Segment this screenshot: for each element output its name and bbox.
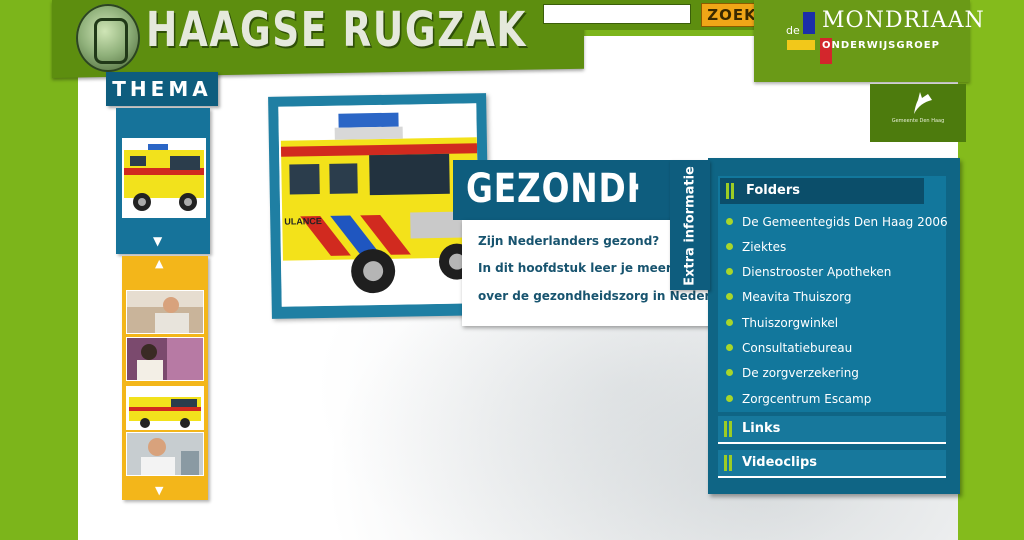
- article-title: GEZONDHEID: [466, 166, 638, 212]
- article-line: In dit hoofdstuk leer je meer: [478, 261, 672, 275]
- links-label: Links: [742, 421, 781, 436]
- folder-link[interactable]: Meavita Thuiszorg: [726, 290, 852, 304]
- links-section-header[interactable]: Links: [718, 416, 946, 444]
- folder-link[interactable]: De Gemeentegids Den Haag 2006: [726, 215, 948, 229]
- videoclips-section-header[interactable]: Videoclips: [718, 450, 946, 478]
- bullet-icon: [726, 268, 733, 275]
- mondriaan-name: MONDRIAAN: [822, 8, 985, 33]
- ambulance-thumbnail[interactable]: [122, 138, 206, 218]
- article-line: Zijn Nederlanders gezond?: [478, 234, 660, 248]
- folder-link[interactable]: Zorgcentrum Escamp: [726, 392, 871, 406]
- videoclips-label: Videoclips: [742, 455, 818, 470]
- vehicle-lettering: ULANCE: [284, 216, 322, 227]
- bullet-icon: [726, 344, 733, 351]
- folder-link[interactable]: De zorgverzekering: [726, 366, 859, 380]
- mondriaan-prefix: de: [786, 24, 800, 37]
- bullet-icon: [726, 293, 733, 300]
- section-bars-icon: [726, 183, 734, 199]
- scroll-up-arrow-icon[interactable]: ▲: [155, 257, 163, 270]
- bullet-icon: [726, 243, 733, 250]
- folder-link[interactable]: Consultatiebureau: [726, 341, 852, 355]
- thema-tab[interactable]: THEMA: [106, 72, 218, 106]
- extra-info-tab-label: Extra informatie: [682, 166, 698, 286]
- mondriaan-subtitle: ONDERWIJSGROEP: [822, 40, 940, 51]
- scroll-down-arrow-icon[interactable]: ▼: [155, 484, 163, 497]
- video-thumbnail[interactable]: [126, 337, 204, 381]
- stork-icon: [914, 92, 932, 114]
- scroll-down-arrow-icon[interactable]: ▼: [153, 234, 162, 248]
- folder-link[interactable]: Thuiszorgwinkel: [726, 316, 838, 330]
- video-thumbnail[interactable]: [126, 290, 204, 334]
- folder-link[interactable]: Ziektes: [726, 240, 786, 254]
- municipality-name: Gemeente Den Haag: [891, 118, 945, 124]
- folders-label: Folders: [746, 183, 801, 198]
- video-thumbnail[interactable]: [126, 386, 204, 430]
- site-title[interactable]: HAAGSE RUGZAK: [146, 2, 527, 58]
- search-input[interactable]: [543, 4, 691, 24]
- article-line: over de gezondheidszorg in Nederland.: [478, 289, 718, 303]
- bullet-icon: [726, 218, 733, 225]
- section-bars-icon: [724, 421, 732, 437]
- folder-link[interactable]: Dienstrooster Apotheken: [726, 265, 891, 279]
- folders-section-header[interactable]: Folders: [720, 178, 924, 204]
- mondriaan-blue-block: [803, 12, 815, 34]
- backpack-logo-icon: [76, 4, 140, 72]
- bullet-icon: [726, 369, 733, 376]
- bullet-icon: [726, 395, 733, 402]
- ambulance-photo: ULANCE: [278, 103, 480, 307]
- bullet-icon: [726, 319, 733, 326]
- video-thumbnail[interactable]: [126, 432, 204, 476]
- section-bars-icon: [724, 455, 732, 471]
- mondriaan-yellow-block: [787, 40, 815, 50]
